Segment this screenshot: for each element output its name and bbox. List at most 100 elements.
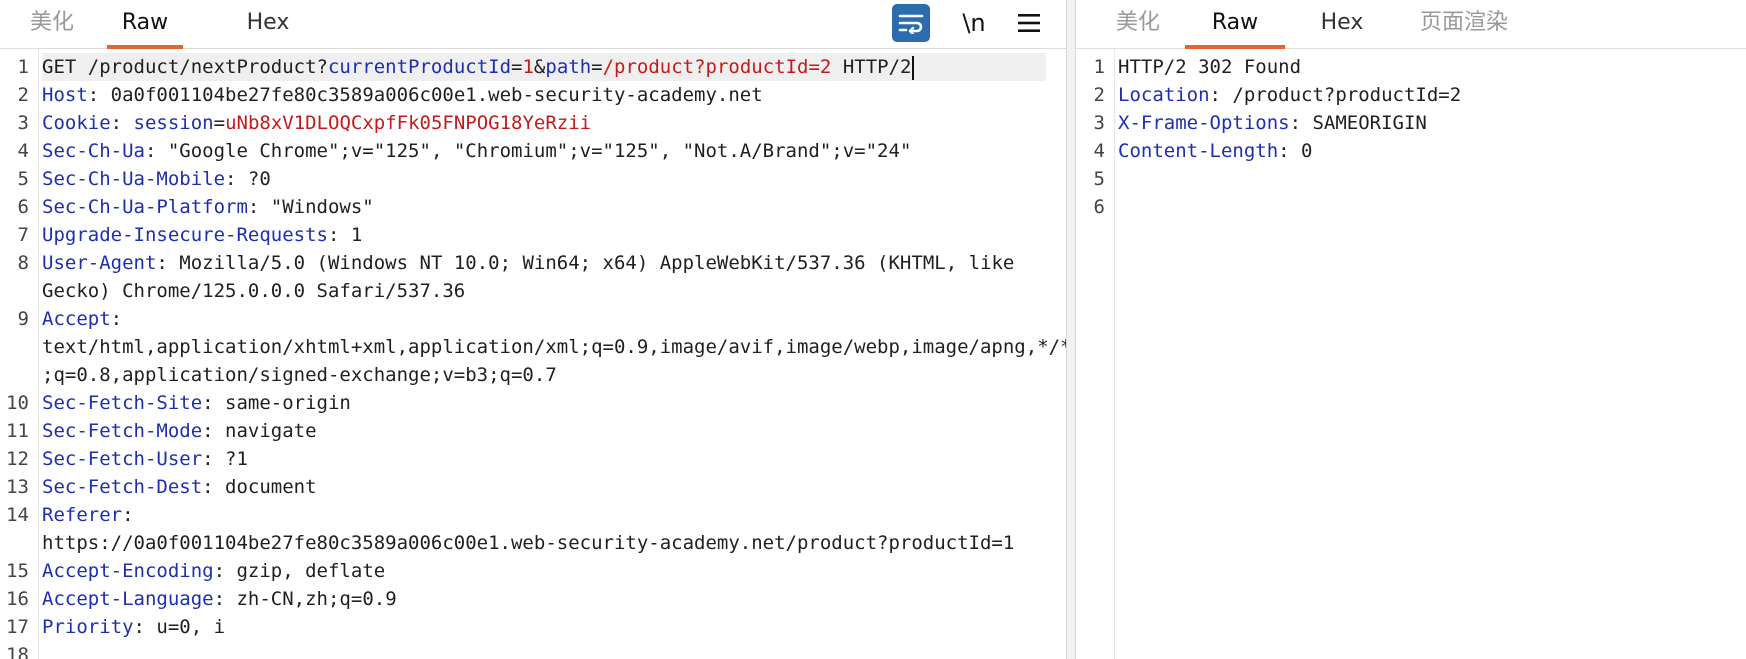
tab-raw[interactable]: Raw xyxy=(1185,0,1285,49)
header-separator: : xyxy=(327,224,351,246)
response-editor[interactable]: 1 HTTP/2 302 Found 2 Location: /product?… xyxy=(1076,49,1746,659)
header-value: ?1 xyxy=(225,448,248,470)
line-number: 16 xyxy=(6,588,29,610)
header-value: zh-CN,zh;q=0.9 xyxy=(236,588,397,610)
tab-raw[interactable]: Raw xyxy=(107,0,183,49)
header-name: Sec-Ch-Ua xyxy=(42,140,145,162)
header-line: X-Frame-Options: SAMEORIGIN xyxy=(1118,109,1740,137)
line-number: 6 xyxy=(17,196,29,218)
tab-hex[interactable]: Hex xyxy=(1304,0,1380,48)
header-value: /product?productId=2 xyxy=(1232,84,1462,106)
response-tab-bar: 美化 Raw Hex 页面渲染 xyxy=(1076,0,1746,49)
header-separator: : xyxy=(110,308,123,330)
ampersand: & xyxy=(533,56,546,78)
header-line: Sec-Fetch-Dest: document xyxy=(42,473,1060,501)
code-line: 14 Referer: xyxy=(0,501,1066,529)
header-name: Location xyxy=(1118,84,1210,106)
line-number: 5 xyxy=(1093,168,1105,190)
header-value: document xyxy=(225,476,317,498)
request-editor[interactable]: 1 GET /product/nextProduct?currentProduc… xyxy=(0,49,1066,659)
line-number: 8 xyxy=(17,252,29,274)
header-separator: : xyxy=(156,252,180,274)
line-number: 18 xyxy=(6,644,29,659)
word-wrap-icon xyxy=(898,14,924,34)
text-caret xyxy=(912,55,915,80)
header-line: Sec-Fetch-Site: same-origin xyxy=(42,389,1060,417)
code-line: 1 GET /product/nextProduct?currentProduc… xyxy=(0,53,1066,81)
header-line: Sec-Ch-Ua-Platform: "Windows" xyxy=(42,193,1060,221)
line-number: 6 xyxy=(1093,196,1105,218)
code-line-wrapped: text/html,application/xhtml+xml,applicat… xyxy=(0,333,1066,361)
header-line: User-Agent: Mozilla/5.0 (Windows NT 10.0… xyxy=(42,249,1060,277)
tab-pretty[interactable]: 美化 xyxy=(14,0,90,48)
code-line: 9 Accept: xyxy=(0,305,1066,333)
header-separator: : xyxy=(1209,84,1233,106)
header-name: Accept-Encoding xyxy=(42,560,214,582)
header-line: Sec-Fetch-Mode: navigate xyxy=(42,417,1060,445)
line-number: 4 xyxy=(17,140,29,162)
line-number: 15 xyxy=(6,560,29,582)
tab-pretty[interactable]: 美化 xyxy=(1100,0,1176,48)
code-line: 10 Sec-Fetch-Site: same-origin xyxy=(0,389,1066,417)
code-line: 15 Accept-Encoding: gzip, deflate xyxy=(0,557,1066,585)
header-separator: : xyxy=(110,112,134,134)
code-line: 18 xyxy=(0,641,1066,659)
header-value-continuation: ;q=0.8,application/signed-exchange;v=b3;… xyxy=(42,364,557,386)
header-line: Accept: xyxy=(42,305,1060,333)
header-line: Upgrade-Insecure-Requests: 1 xyxy=(42,221,1060,249)
code-line: 3 X-Frame-Options: SAMEORIGIN xyxy=(1076,109,1746,137)
pane-splitter[interactable] xyxy=(1066,0,1076,659)
options-menu-button[interactable] xyxy=(1010,4,1048,42)
show-newlines-button[interactable]: \n xyxy=(955,4,993,42)
word-wrap-button[interactable] xyxy=(892,4,930,42)
line-number: 3 xyxy=(1093,112,1105,134)
header-separator: : xyxy=(202,420,226,442)
cookie-value: uNb8xV1DLOQCxpfFk05FNPOG18YeRzii xyxy=(225,112,592,134)
header-name: Sec-Ch-Ua-Mobile xyxy=(42,168,226,190)
code-line-wrapped: ;q=0.8,application/signed-exchange;v=b3;… xyxy=(0,361,1066,389)
header-name: Accept xyxy=(42,308,111,330)
code-line: 5 Sec-Ch-Ua-Mobile: ?0 xyxy=(0,165,1066,193)
code-line-wrapped: Gecko) Chrome/125.0.0.0 Safari/537.36 xyxy=(0,277,1066,305)
code-line: 2 Location: /product?productId=2 xyxy=(1076,81,1746,109)
header-separator: : xyxy=(1289,112,1313,134)
header-separator: : xyxy=(247,196,271,218)
equals-sign: = xyxy=(511,56,523,78)
header-name: Sec-Ch-Ua-Platform xyxy=(42,196,248,218)
header-line: Sec-Ch-Ua: "Google Chrome";v="125", "Chr… xyxy=(42,137,1060,165)
header-name: Host xyxy=(42,84,88,106)
header-line: Referer: xyxy=(42,501,1060,529)
header-name: Accept-Language xyxy=(42,588,214,610)
header-value-continuation: text/html,application/xhtml+xml,applicat… xyxy=(42,336,1066,358)
header-separator: : xyxy=(133,616,157,638)
header-line: Accept-Language: zh-CN,zh;q=0.9 xyxy=(42,585,1060,613)
header-name: Referer xyxy=(42,504,123,526)
header-value: "Google Chrome";v="125", "Chromium";v="1… xyxy=(167,140,912,162)
param-name: currentProductId xyxy=(327,56,512,78)
header-value: ?0 xyxy=(247,168,271,190)
line-number: 5 xyxy=(17,168,29,190)
header-name: Sec-Fetch-Mode xyxy=(42,420,203,442)
header-separator: : xyxy=(225,168,248,190)
method-path: GET /product/nextProduct? xyxy=(42,56,328,78)
line-number: 7 xyxy=(17,224,29,246)
code-line: 6 xyxy=(1076,193,1746,221)
response-panel: 美化 Raw Hex 页面渲染 1 HTTP/2 302 Found 2 Loc… xyxy=(1076,0,1746,659)
header-name: Sec-Fetch-Dest xyxy=(42,476,203,498)
equals-sign: = xyxy=(213,112,226,134)
header-name: Content-Length xyxy=(1118,140,1279,162)
code-line: 4 Content-Length: 0 xyxy=(1076,137,1746,165)
header-separator: : xyxy=(213,560,237,582)
header-line: Host: 0a0f001104be27fe80c3589a006c00e1.w… xyxy=(42,81,1060,109)
header-line: Accept-Encoding: gzip, deflate xyxy=(42,557,1060,585)
header-value: Mozilla/5.0 (Windows NT 10.0; Win64; x64… xyxy=(179,252,1015,274)
header-line: Location: /product?productId=2 xyxy=(1118,81,1740,109)
header-value: 0 xyxy=(1301,140,1313,162)
line-number: 1 xyxy=(17,56,29,78)
tab-render[interactable]: 页面渲染 xyxy=(1404,0,1524,48)
tab-hex[interactable]: Hex xyxy=(230,0,306,48)
code-line-wrapped: https://0a0f001104be27fe80c3589a006c00e1… xyxy=(0,529,1066,557)
code-line: 5 xyxy=(1076,165,1746,193)
hamburger-menu-icon xyxy=(1018,14,1040,32)
code-line: 16 Accept-Language: zh-CN,zh;q=0.9 xyxy=(0,585,1066,613)
